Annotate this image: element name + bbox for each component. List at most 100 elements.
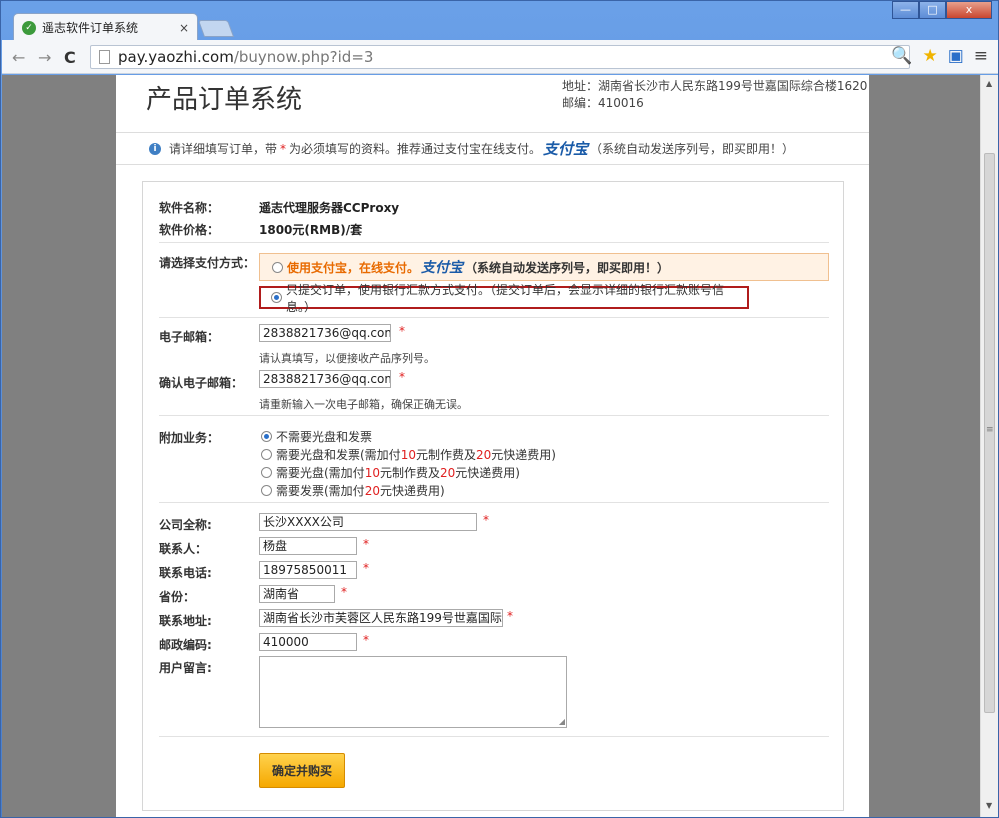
- province-field[interactable]: 湖南省: [259, 585, 335, 603]
- forward-arrow-icon[interactable]: →: [38, 48, 51, 67]
- addon-text: 需要光盘(需加付: [276, 466, 365, 480]
- contact-person-label: 联系人：: [159, 542, 208, 556]
- notice-bar: i 请详细填写订单，带 * 为必须填写的资料。推荐通过支付宝在线支付。 支付宝 …: [116, 133, 869, 165]
- product-price-value: 1800元(RMB)/套: [259, 223, 363, 237]
- addon-text: 元制作费及: [379, 466, 440, 480]
- page-title: 产品订单系统: [146, 85, 303, 115]
- tab-title: 遥志软件订单系统: [42, 21, 139, 35]
- required-star: *: [363, 561, 369, 575]
- tab-strip: ✓ 遥志软件订单系统 × — □ x: [1, 1, 998, 41]
- addon-price: 20: [364, 483, 380, 498]
- resize-handle-icon[interactable]: ◢: [559, 717, 565, 726]
- alipay-logo: 支付宝: [543, 140, 589, 158]
- required-star: *: [507, 609, 513, 623]
- payment-option-bank-text: 只提交订单，使用银行汇款方式支付。（提交订单后，会显示详细的银行汇款账号信息。）: [286, 282, 725, 314]
- company-field[interactable]: 长沙XXXX公司: [259, 513, 477, 531]
- addon-text: 元快递费用): [379, 484, 445, 498]
- payment-option-alipay-text: 使用支付宝，在线支付。: [287, 260, 420, 275]
- new-tab-button[interactable]: [197, 20, 235, 37]
- tab-close-icon[interactable]: ×: [179, 21, 189, 35]
- minimize-button[interactable]: —: [892, 1, 919, 19]
- radio-addon-none[interactable]: [261, 431, 272, 442]
- addon-option-cd-invoice[interactable]: 需要光盘和发票(需加付 10 元制作费及 20 元快递费用): [261, 446, 556, 463]
- divider: [159, 317, 829, 318]
- alipay-logo: 支付宝: [421, 260, 464, 276]
- url-host: pay.yaozhi.com: [118, 48, 234, 66]
- divider: [159, 242, 829, 243]
- url-path: /buynow.php?id=3: [233, 48, 374, 66]
- product-price-label: 软件价格：: [159, 223, 220, 237]
- addon-text: 元快递费用): [491, 448, 556, 462]
- notice-text-2: 为必须填写的资料。推荐通过支付宝在线支付。: [289, 142, 542, 156]
- phone-field[interactable]: 18975850011: [259, 561, 357, 579]
- addon-option-cd[interactable]: 需要光盘(需加付 10 元制作费及 20 元快递费用): [261, 464, 520, 481]
- radio-bank[interactable]: [271, 292, 282, 303]
- addon-price: 10: [364, 465, 380, 480]
- confirm-email-field[interactable]: 2838821736@qq.com: [259, 370, 391, 388]
- browser-window: ✓ 遥志软件订单系统 × — □ x ← → C pay.yaozhi.com …: [0, 0, 999, 818]
- confirm-email-label: 确认电子邮箱：: [159, 376, 244, 390]
- contact-person-field[interactable]: 杨盘: [259, 537, 357, 555]
- addon-option-invoice[interactable]: 需要发票(需加付 20 元快递费用): [261, 482, 445, 499]
- scroll-up-arrow-icon[interactable]: ▲: [986, 79, 992, 88]
- star-bookmark-icon[interactable]: ★: [922, 46, 937, 66]
- zip-field[interactable]: 410000: [259, 633, 357, 651]
- notice-text-3: （系统自动发送序列号，即买即用！）: [590, 142, 795, 156]
- phone-label: 联系电话:: [159, 566, 212, 580]
- addons-label: 附加业务：: [159, 431, 220, 445]
- address-label: 联系地址:: [159, 614, 212, 628]
- addon-option-none[interactable]: 不需要光盘和发票: [261, 428, 372, 445]
- site-favicon-icon: ✓: [22, 20, 36, 35]
- radio-addon-cd[interactable]: [261, 467, 272, 478]
- extension-icon[interactable]: ▣: [948, 46, 964, 66]
- order-page: 产品订单系统 地址：湖南省长沙市人民东路199号世嘉国际综合楼1620 邮编：4…: [116, 75, 869, 817]
- close-window-button[interactable]: x: [946, 1, 992, 19]
- back-arrow-icon[interactable]: ←: [12, 48, 25, 67]
- scroll-grip-icon: ≡: [986, 425, 994, 435]
- browser-tab[interactable]: ✓ 遥志软件订单系统 ×: [13, 13, 198, 41]
- email-field[interactable]: 2838821736@qq.com: [259, 324, 391, 342]
- payment-option-alipay-note: （系统自动发送序列号，即买即用！）: [465, 260, 670, 275]
- required-star: *: [363, 537, 369, 551]
- product-name-value: 遥志代理服务器CCProxy: [259, 201, 400, 215]
- page-viewport: 产品订单系统 地址：湖南省长沙市人民东路199号世嘉国际综合楼1620 邮编：4…: [2, 75, 980, 817]
- payment-option-alipay[interactable]: 使用支付宝，在线支付。 支付宝 （系统自动发送序列号，即买即用！）: [259, 253, 829, 281]
- menu-icon[interactable]: ≡: [974, 46, 988, 66]
- addon-text: 元制作费及: [415, 448, 476, 462]
- payment-label: 请选择支付方式：: [159, 256, 256, 270]
- required-star: *: [341, 585, 347, 599]
- maximize-button[interactable]: □: [919, 1, 946, 19]
- radio-addon-cd-invoice[interactable]: [261, 449, 272, 460]
- vertical-scrollbar[interactable]: ▲ ≡ ▼: [980, 75, 998, 817]
- province-label: 省份：: [159, 590, 196, 604]
- company-address: 地址：湖南省长沙市人民东路199号世嘉国际综合楼1620: [562, 79, 868, 93]
- reload-icon[interactable]: C: [64, 48, 76, 67]
- radio-addon-invoice[interactable]: [261, 485, 272, 496]
- payment-option-bank[interactable]: 只提交订单，使用银行汇款方式支付。（提交订单后，会显示详细的银行汇款账号信息。）: [259, 283, 749, 314]
- scroll-down-arrow-icon[interactable]: ▼: [986, 801, 992, 810]
- addon-price: 20: [475, 447, 492, 462]
- required-star: *: [483, 513, 489, 527]
- addon-option-none-text: 不需要光盘和发票: [276, 430, 373, 444]
- search-icon[interactable]: 🔍: [891, 46, 912, 66]
- addon-text: 元快递费用): [455, 466, 520, 480]
- confirm-buy-button[interactable]: 确定并购买: [259, 753, 345, 788]
- page-header: 产品订单系统 地址：湖南省长沙市人民东路199号世嘉国际综合楼1620 邮编：4…: [116, 75, 869, 133]
- company-label: 公司全称:: [159, 518, 212, 532]
- addon-text: 需要发票(需加付: [276, 484, 365, 498]
- company-address-block: 地址：湖南省长沙市人民东路199号世嘉国际综合楼1620 邮编：410016: [562, 78, 867, 112]
- divider: [159, 736, 829, 737]
- divider: [159, 415, 829, 416]
- address-bar[interactable]: pay.yaozhi.com /buynow.php?id=3: [90, 45, 910, 69]
- order-form: 软件名称： 遥志代理服务器CCProxy 软件价格： 1800元(RMB)/套 …: [142, 181, 844, 811]
- message-textarea[interactable]: ◢: [259, 656, 567, 728]
- divider: [159, 502, 829, 503]
- addon-price: 20: [439, 465, 456, 480]
- page-icon: [99, 50, 110, 64]
- email-hint: 请认真填写，以便接收产品序列号。: [259, 352, 435, 365]
- required-star: *: [280, 141, 287, 156]
- address-field[interactable]: 湖南省长沙市芙蓉区人民东路199号世嘉国际综合: [259, 609, 503, 627]
- confirm-email-hint: 请重新输入一次电子邮箱，确保正确无误。: [259, 398, 468, 411]
- company-postcode: 邮编：410016: [562, 96, 644, 110]
- radio-alipay[interactable]: [272, 261, 283, 273]
